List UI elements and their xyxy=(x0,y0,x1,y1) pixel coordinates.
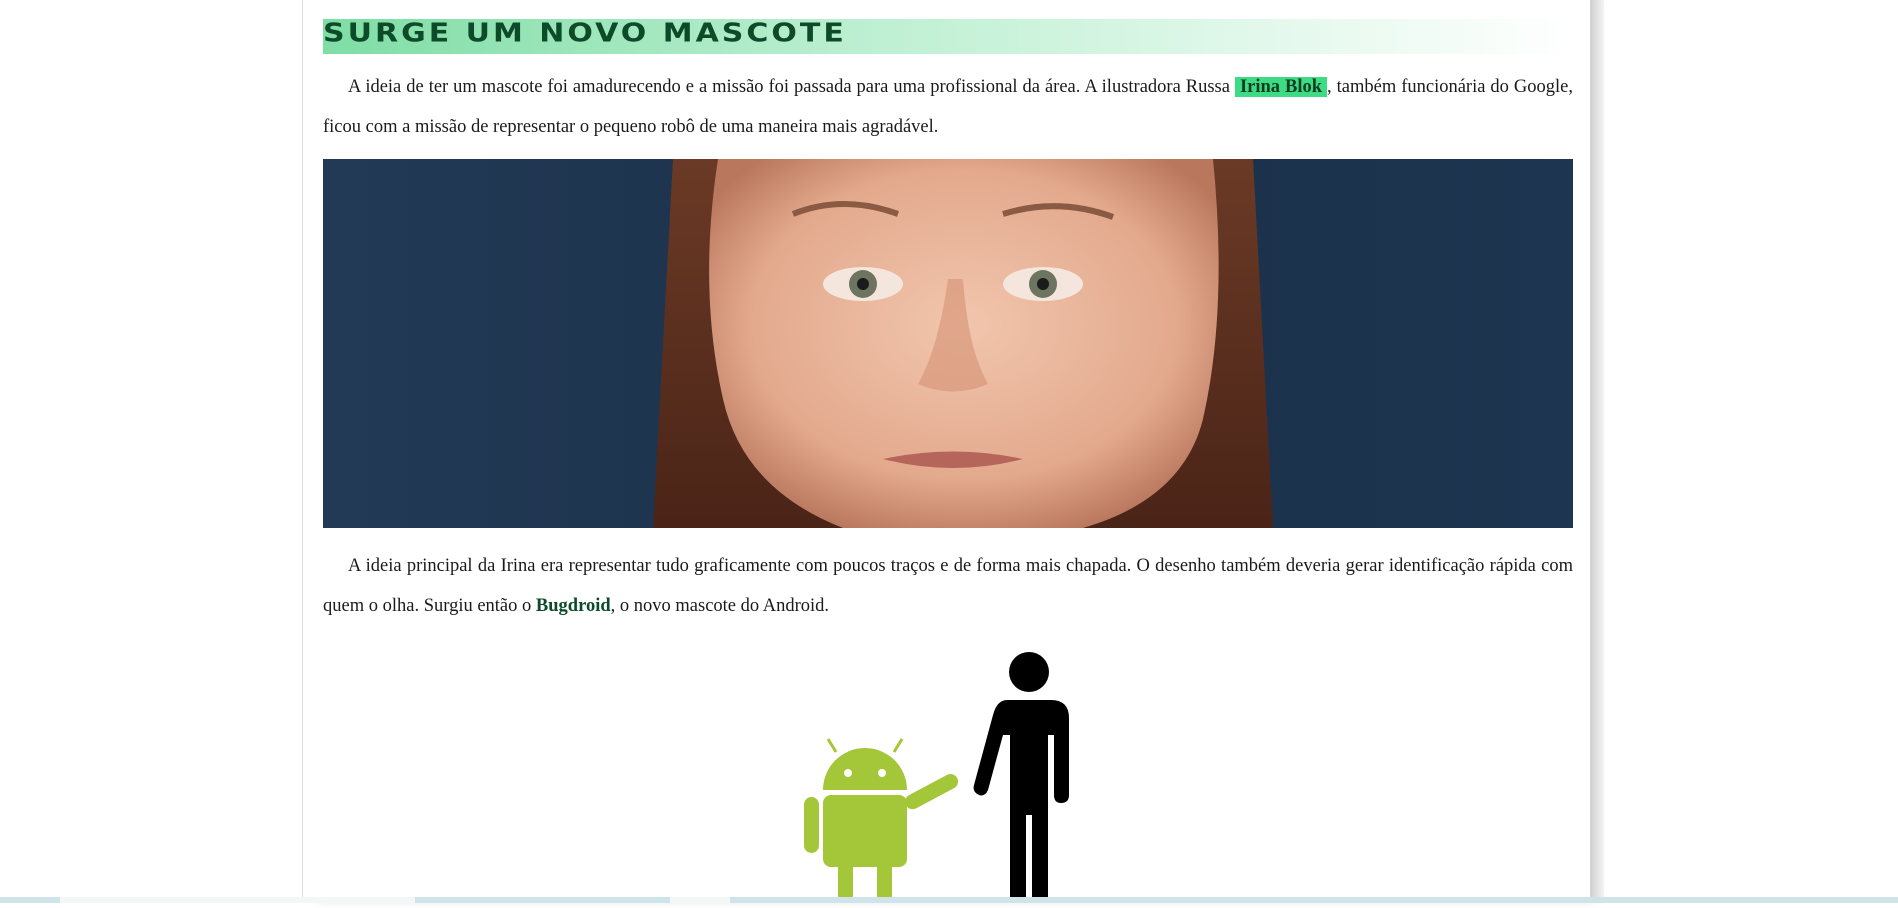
highlighted-name: Irina Blok xyxy=(1234,77,1328,97)
taskbar-segment xyxy=(60,897,415,903)
person-icon xyxy=(973,652,1069,903)
paragraph-intro-text: A ideia de ter um mascote foi amadurecen… xyxy=(348,77,1235,97)
paragraph-mascot: A ideia principal da Irina era represent… xyxy=(323,546,1573,626)
page-edge-shadow xyxy=(1590,0,1604,903)
taskbar-segment xyxy=(670,897,730,903)
paragraph-mascot-text: A ideia principal da Irina era represent… xyxy=(323,556,1573,616)
paragraph-mascot-text-end: , o novo mascote do Android. xyxy=(610,596,830,616)
paragraph-intro: A ideia de ter um mascote foi amadurecen… xyxy=(323,67,1573,147)
android-with-person-illustration xyxy=(793,645,1093,903)
section-heading: Surge um novo mascote xyxy=(323,18,847,49)
article-page: Surge um novo mascote A ideia de ter um … xyxy=(302,0,1591,903)
bugdroid-icon xyxy=(804,738,959,903)
mascot-name: Bugdroid xyxy=(535,596,611,616)
portrait-photo xyxy=(323,159,1573,528)
bottom-taskbar-strip xyxy=(0,897,1898,903)
